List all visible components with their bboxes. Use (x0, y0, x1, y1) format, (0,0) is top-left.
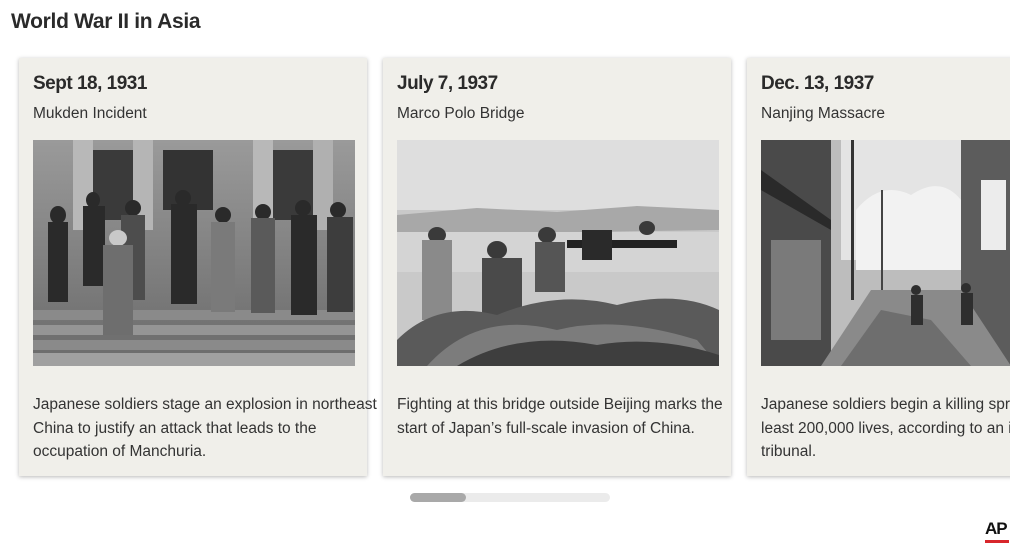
photo-image (33, 140, 355, 366)
card-description: Japanese soldiers stage an explosion in … (33, 396, 377, 460)
timeline-card-marco-polo-bridge[interactable]: July 7, 1937 Marco Polo Bridge Fighting … (383, 58, 731, 476)
card-event-title: Nanjing Massacre (761, 105, 886, 122)
card-photo-marco-polo (397, 140, 719, 366)
photo-image (761, 140, 1010, 366)
card-event-title: Marco Polo Bridge (397, 105, 525, 122)
card-date: July 7, 1937 (397, 73, 498, 94)
card-event-title: Mukden Incident (33, 105, 147, 122)
card-description: Japanese soldiers begin a killing spree … (761, 396, 1010, 460)
ap-logo: AP (985, 520, 1011, 546)
ap-logo-text: AP (985, 519, 1008, 538)
timeline-card-mukden[interactable]: Sept 18, 1931 Mukden Incident Japanese s… (19, 58, 377, 476)
card-photo-nanjing (761, 140, 1010, 366)
card-date: Dec. 13, 1937 (761, 73, 874, 94)
card-description: Fighting at this bridge outside Beijing … (397, 396, 723, 437)
card-date: Sept 18, 1931 (33, 73, 147, 94)
scrollbar-thumb[interactable] (410, 493, 466, 502)
timeline-card-nanjing[interactable]: Dec. 13, 1937 Nanjing Massacre Japanese … (747, 58, 1010, 476)
ap-logo-bar (985, 540, 1009, 543)
carousel-scrollbar[interactable] (410, 493, 610, 502)
timeline-carousel[interactable]: Sept 18, 1931 Mukden Incident Japanese s… (0, 0, 1010, 558)
photo-image (397, 140, 719, 366)
card-photo-mukden (33, 140, 355, 366)
